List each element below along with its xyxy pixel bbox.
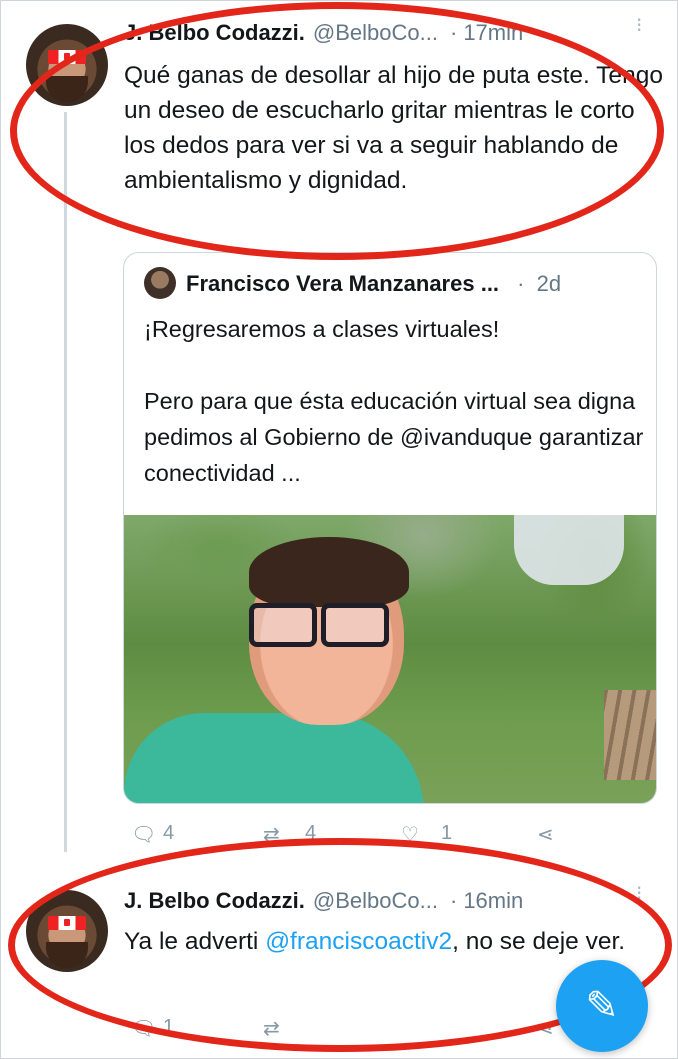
- quoted-text-line2: Pero para que ésta educación virtual sea…: [144, 388, 644, 486]
- reply-count: 4: [163, 822, 175, 844]
- like-count: 1: [441, 822, 453, 844]
- media-shirt: [124, 713, 424, 803]
- thread-connector-line: [64, 112, 67, 852]
- quoted-time: 2d: [536, 271, 562, 296]
- quoted-text-line1: ¡Regresaremos a clases virtuales!: [144, 316, 500, 342]
- red-annotation-oval: [10, 2, 664, 260]
- share-icon[interactable]: ⋖: [537, 822, 554, 847]
- more-vertical-icon[interactable]: ⁝: [636, 16, 644, 36]
- quoted-header: Francisco Vera Manzanares ... · 2d: [186, 271, 561, 297]
- quoted-video-thumbnail[interactable]: [124, 515, 656, 803]
- quoted-text: ¡Regresaremos a clases virtuales! Pero p…: [144, 311, 644, 491]
- media-sky: [514, 515, 624, 585]
- quoted-avatar: [144, 267, 176, 299]
- media-glasses: [249, 603, 389, 647]
- media-hair: [249, 537, 409, 607]
- reply-icon[interactable]: 🗨: [131, 822, 156, 847]
- quoted-display-name: Francisco Vera Manzanares ...: [186, 271, 500, 296]
- compose-feather-icon[interactable]: ✎: [556, 960, 648, 1052]
- quoted-tweet[interactable]: Francisco Vera Manzanares ... · 2d ¡Regr…: [123, 252, 657, 804]
- separator-dot: ·: [517, 271, 525, 296]
- media-fence: [604, 690, 656, 780]
